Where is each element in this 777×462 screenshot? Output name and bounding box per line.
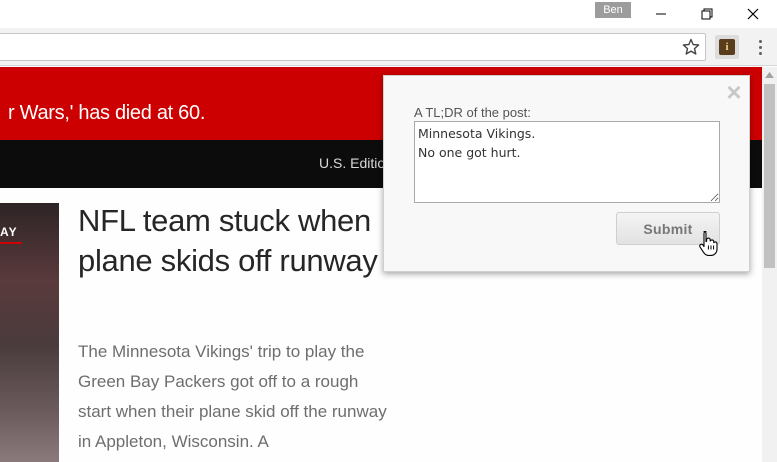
browser-menu-button[interactable] bbox=[750, 36, 770, 58]
info-icon: i bbox=[719, 39, 735, 55]
scroll-thumb[interactable] bbox=[764, 84, 775, 268]
breaking-news-text[interactable]: r Wars,' has died at 60. bbox=[8, 102, 205, 125]
tldr-textarea[interactable]: Minnesota Vikings. No one got hurt. bbox=[414, 121, 720, 203]
article-summary: The Minnesota Vikings' trip to play the … bbox=[78, 342, 387, 451]
chevron-up-icon bbox=[765, 71, 774, 78]
restore-icon bbox=[701, 8, 713, 20]
minimize-button[interactable] bbox=[638, 0, 684, 28]
window-titlebar: Ben bbox=[0, 0, 777, 28]
profile-button[interactable]: Ben bbox=[595, 2, 631, 18]
image-tag: AY bbox=[0, 225, 18, 239]
edition-selector[interactable]: U.S. Edition bbox=[319, 155, 393, 171]
close-icon bbox=[747, 8, 759, 20]
address-bar[interactable] bbox=[0, 33, 706, 61]
close-window-button[interactable] bbox=[730, 0, 776, 28]
restore-button[interactable] bbox=[684, 0, 730, 28]
popup-close-icon[interactable]: × bbox=[724, 79, 744, 105]
extension-button[interactable]: i bbox=[715, 35, 739, 59]
menu-dot bbox=[758, 39, 762, 43]
menu-dot bbox=[758, 45, 762, 49]
minimize-icon bbox=[656, 13, 666, 15]
tldr-label: A TL;DR of the post: bbox=[414, 105, 531, 120]
bookmark-star-icon[interactable] bbox=[681, 37, 701, 57]
article-headline[interactable]: NFL team stuck when plane skids off runw… bbox=[78, 201, 388, 281]
image-tag-underline bbox=[0, 242, 22, 244]
tldr-popup: × A TL;DR of the post: Minnesota Vikings… bbox=[383, 75, 750, 272]
browser-toolbar bbox=[0, 28, 777, 66]
scroll-up-button[interactable] bbox=[762, 67, 777, 82]
menu-dot bbox=[758, 51, 762, 55]
vertical-scrollbar[interactable] bbox=[762, 67, 777, 462]
hand-cursor-icon bbox=[699, 230, 718, 256]
